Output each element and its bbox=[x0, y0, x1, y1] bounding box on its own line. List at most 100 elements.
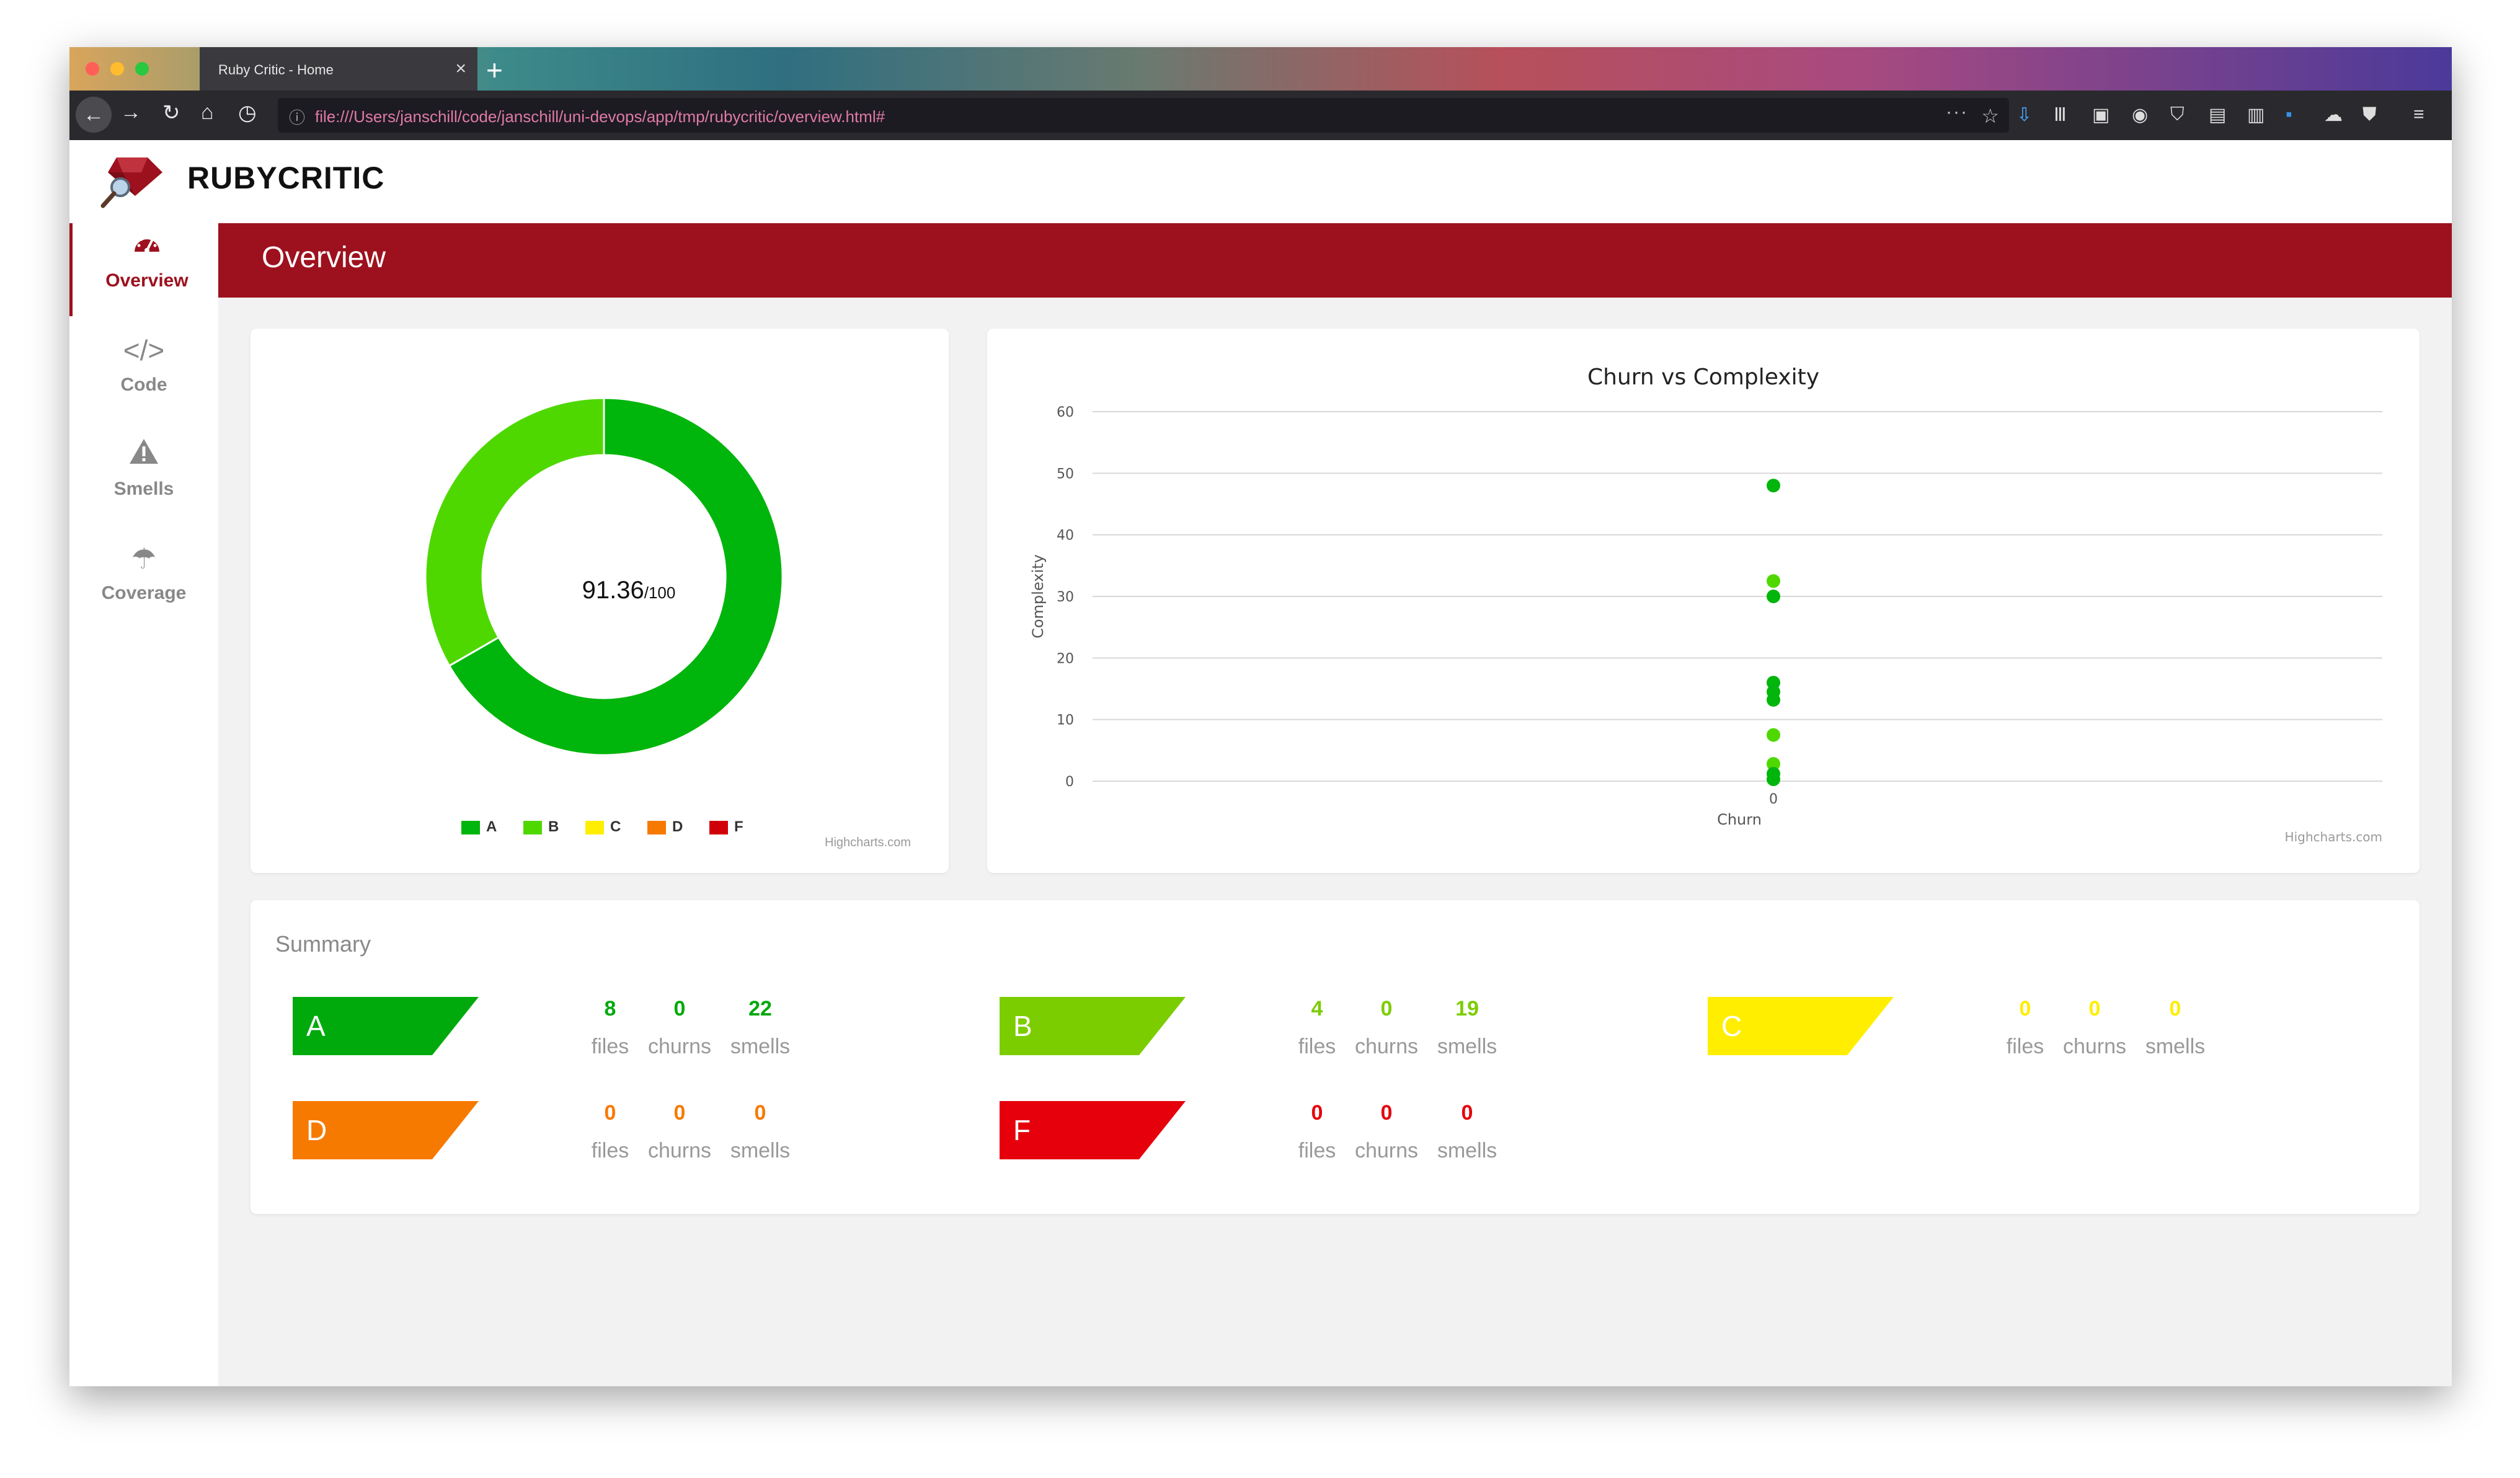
sidebar-item-coverage[interactable]: ☂ Coverage bbox=[69, 536, 218, 629]
smells-count: 19 bbox=[1455, 997, 1479, 1020]
close-window-button[interactable] bbox=[86, 62, 99, 76]
churn-complexity-chart[interactable]: Churn vs Complexity Churn Complexity 0 10… bbox=[987, 329, 2420, 873]
y-tick-label: 0 bbox=[1065, 774, 1074, 790]
sidebar-icon[interactable]: ▣ bbox=[2092, 104, 2110, 126]
smells-stat-f: 0 smells bbox=[1430, 1101, 1504, 1163]
churns-stat-d: 0 churns bbox=[642, 1101, 717, 1163]
reload-icon[interactable]: ↻ bbox=[162, 100, 180, 125]
account-icon[interactable]: ◉ bbox=[2132, 104, 2148, 126]
churns-label: churns bbox=[647, 1139, 712, 1162]
scatter-point[interactable] bbox=[1767, 772, 1780, 787]
summary-card: Summary A 8 files 0 churns 22 smells B 4 fil… bbox=[251, 900, 2420, 1214]
churns-count: 0 bbox=[1380, 1101, 1393, 1125]
smells-label: smells bbox=[2145, 1035, 2206, 1058]
legend-item-a[interactable]: A bbox=[461, 818, 497, 836]
umbrella-icon: ☂ bbox=[131, 542, 157, 575]
page-title-bar: Overview bbox=[218, 223, 2452, 298]
extension-shield-icon[interactable]: ⛉ bbox=[2170, 104, 2185, 125]
home-icon[interactable]: ⌂ bbox=[201, 100, 214, 125]
grade-letter: A bbox=[306, 1010, 326, 1042]
smells-count: 0 bbox=[2169, 997, 2181, 1020]
x-axis-label: Churn bbox=[1717, 811, 1762, 828]
grade-badge-b[interactable]: B bbox=[1000, 997, 1186, 1055]
churns-count: 0 bbox=[2088, 997, 2101, 1020]
extension-privacy-icon[interactable]: ⛊ bbox=[2362, 104, 2377, 125]
sidebar-item-smells[interactable]: Smells bbox=[69, 431, 218, 524]
zoom-window-button[interactable] bbox=[135, 62, 149, 76]
grade-badge-d[interactable]: D bbox=[293, 1101, 479, 1159]
donut-slice-b[interactable] bbox=[424, 397, 605, 667]
app-header: RUBYCRITIC bbox=[69, 140, 2452, 223]
churn-complexity-card: Churn vs Complexity Churn Complexity 0 10… bbox=[987, 329, 2420, 873]
legend-label: C bbox=[610, 818, 621, 835]
grade-badge-f[interactable]: F bbox=[1000, 1101, 1186, 1159]
files-count: 8 bbox=[604, 997, 616, 1020]
score-card: 91.36/100 A B C D F Highcharts.com bbox=[251, 329, 949, 873]
rubycritic-logo[interactable] bbox=[98, 153, 166, 210]
library-icon[interactable]: Ⅲ bbox=[2054, 104, 2067, 126]
extension-cloud-icon[interactable]: ☁ bbox=[2324, 104, 2343, 126]
browser-tab[interactable]: Ruby Critic - Home × bbox=[200, 47, 477, 91]
url-bar[interactable]: ⓘ file:///Users/janschill/code/janschill… bbox=[278, 98, 2009, 133]
scatter-point[interactable] bbox=[1767, 590, 1780, 603]
smells-label: smells bbox=[1437, 1035, 1497, 1058]
sidebar-item-code[interactable]: </> Code bbox=[69, 327, 218, 420]
legend-label: A bbox=[486, 818, 497, 835]
y-tick-label: 10 bbox=[1057, 713, 1074, 728]
score-max: /100 bbox=[644, 583, 676, 602]
y-tick-label: 20 bbox=[1057, 651, 1074, 666]
tab-title: Ruby Critic - Home bbox=[218, 62, 334, 77]
files-count: 0 bbox=[1311, 1101, 1323, 1125]
files-label: files bbox=[1298, 1035, 1336, 1058]
files-label: files bbox=[591, 1139, 629, 1162]
churns-count: 0 bbox=[1380, 997, 1393, 1020]
page-actions-icon[interactable]: ··· bbox=[1946, 102, 1968, 123]
grade-letter: C bbox=[1721, 1010, 1742, 1042]
grade-letter: F bbox=[1013, 1114, 1031, 1146]
legend-label: D bbox=[672, 818, 683, 835]
sidebar-item-label: Coverage bbox=[101, 583, 187, 603]
grade-badge-c[interactable]: C bbox=[1708, 997, 1894, 1055]
site-info-icon[interactable]: ⓘ bbox=[289, 105, 305, 128]
scatter-point[interactable] bbox=[1767, 728, 1780, 742]
back-icon[interactable]: ← bbox=[76, 97, 112, 133]
extension-reader-icon[interactable]: ▤ bbox=[2209, 104, 2226, 126]
files-stat-c: 0 files bbox=[1988, 997, 2062, 1059]
sidebar-item-overview[interactable]: Overview bbox=[69, 223, 221, 316]
extension-s-icon[interactable]: ▪ bbox=[2286, 104, 2292, 125]
scatter-point[interactable] bbox=[1767, 479, 1780, 493]
churns-stat-f: 0 churns bbox=[1349, 1101, 1424, 1163]
churns-stat-c: 0 churns bbox=[2057, 997, 2132, 1059]
scatter-point[interactable] bbox=[1767, 693, 1780, 707]
legend-item-c[interactable]: C bbox=[585, 818, 621, 836]
files-label: files bbox=[2006, 1035, 2044, 1058]
close-tab-icon[interactable]: × bbox=[455, 58, 466, 79]
sidebar-item-label: Code bbox=[120, 374, 167, 395]
files-stat-a: 8 files bbox=[573, 997, 647, 1059]
summary-title: Summary bbox=[275, 931, 371, 957]
menu-icon[interactable]: ≡ bbox=[2413, 104, 2425, 125]
grade-badge-a[interactable]: A bbox=[293, 997, 479, 1055]
files-count: 0 bbox=[2019, 997, 2031, 1020]
history-icon[interactable]: ◷ bbox=[238, 100, 257, 125]
new-tab-icon[interactable]: + bbox=[486, 53, 503, 87]
files-label: files bbox=[1298, 1139, 1336, 1162]
legend-item-b[interactable]: B bbox=[523, 818, 559, 836]
main-content: 91.36/100 A B C D F Highcharts.com Churn… bbox=[218, 298, 2452, 1277]
legend-item-f[interactable]: F bbox=[709, 818, 743, 836]
scatter-point[interactable] bbox=[1767, 574, 1780, 588]
brand-name[interactable]: RUBYCRITIC bbox=[187, 160, 384, 196]
bookmark-star-icon[interactable]: ☆ bbox=[1981, 104, 1999, 128]
legend-item-d[interactable]: D bbox=[647, 818, 683, 836]
highcharts-credit[interactable]: Highcharts.com bbox=[825, 836, 911, 850]
tab-strip: Ruby Critic - Home × + bbox=[69, 47, 2452, 91]
smells-stat-b: 19 smells bbox=[1430, 997, 1504, 1059]
extension-barcode-icon[interactable]: ▥ bbox=[2247, 104, 2265, 126]
chart-title: Churn vs Complexity bbox=[1587, 365, 1819, 390]
minimize-window-button[interactable] bbox=[110, 62, 124, 76]
highcharts-credit[interactable]: Highcharts.com bbox=[2285, 830, 2382, 844]
y-tick-label: 50 bbox=[1057, 466, 1074, 482]
legend-swatch bbox=[709, 820, 728, 834]
downloads-icon[interactable]: ⇩ bbox=[2016, 104, 2032, 126]
forward-icon[interactable]: → bbox=[120, 100, 141, 125]
